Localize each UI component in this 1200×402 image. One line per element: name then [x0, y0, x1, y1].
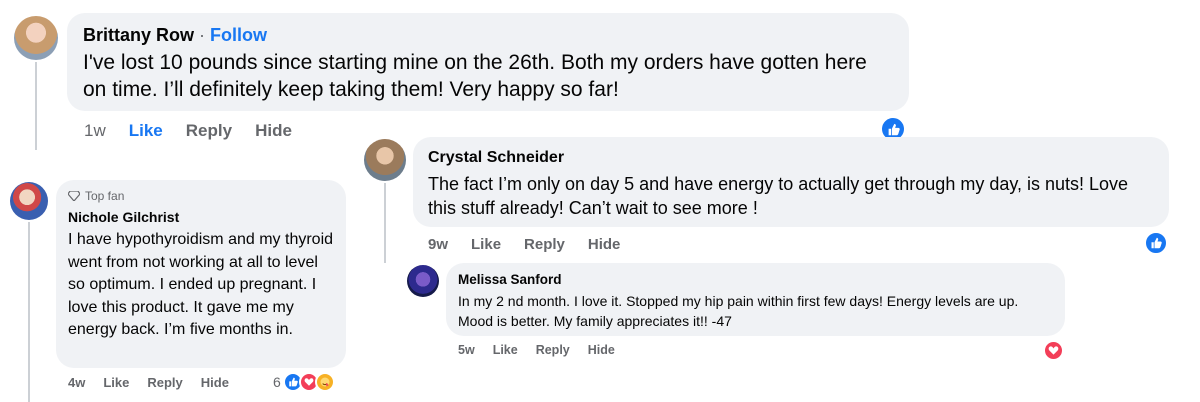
comment-actions: 4w Like Reply Hide — [68, 375, 229, 390]
hide-button[interactable]: Hide — [588, 236, 621, 253]
avatar-brittany[interactable] — [14, 16, 58, 60]
hide-button[interactable]: Hide — [588, 343, 615, 357]
comment-bubble-brittany: Brittany Row · Follow I've lost 10 pound… — [67, 13, 909, 111]
avatar-crystal[interactable] — [364, 139, 406, 181]
hide-button[interactable]: Hide — [255, 121, 292, 141]
avatar-nichole[interactable] — [10, 182, 48, 220]
commenter-name[interactable]: Crystal Schneider — [428, 148, 1154, 168]
love-icon — [1043, 340, 1064, 361]
care-icon — [314, 372, 335, 392]
follow-button[interactable]: Follow — [210, 25, 267, 45]
thread-line — [384, 183, 386, 263]
comment-text: In my 2 nd month. I love it. Stopped my … — [458, 293, 1019, 329]
hide-button[interactable]: Hide — [201, 375, 229, 390]
commenter-name[interactable]: Brittany Row — [83, 25, 194, 45]
like-button[interactable]: Like — [493, 343, 518, 357]
comment-actions: 1w Like Reply Hide — [84, 121, 292, 141]
comment-actions: 5w Like Reply Hide — [458, 343, 615, 357]
reply-button[interactable]: Reply — [186, 121, 232, 141]
comment-bubble-nichole: Top fan Nichole Gilchrist I have hypothy… — [56, 180, 346, 368]
timestamp[interactable]: 1w — [84, 121, 106, 141]
comment-bubble-melissa: Melissa Sanford In my 2 nd month. I love… — [446, 263, 1065, 336]
commenter-name[interactable]: Melissa Sanford — [458, 271, 1053, 288]
comment-text: The fact I’m only on day 5 and have ener… — [428, 174, 1129, 218]
badge-label: Top fan — [85, 189, 125, 203]
reaction-summary[interactable]: 6 — [273, 372, 335, 392]
timestamp[interactable]: 5w — [458, 343, 475, 357]
comment-actions: 9w Like Reply Hide — [428, 236, 620, 253]
reply-button[interactable]: Reply — [536, 343, 570, 357]
like-button[interactable]: Like — [129, 121, 163, 141]
like-button[interactable]: Like — [103, 375, 129, 390]
timestamp[interactable]: 4w — [68, 375, 85, 390]
comment-bubble-crystal: Crystal Schneider The fact I’m only on d… — [413, 137, 1169, 227]
timestamp[interactable]: 9w — [428, 236, 448, 253]
thread-line — [35, 62, 37, 150]
reaction-count: 6 — [273, 374, 281, 390]
diamond-icon — [68, 191, 80, 201]
thread-line — [28, 222, 30, 402]
reply-button[interactable]: Reply — [524, 236, 565, 253]
commenter-name[interactable]: Nichole Gilchrist — [68, 209, 334, 225]
like-icon — [1144, 231, 1168, 255]
like-button[interactable]: Like — [471, 236, 501, 253]
avatar-melissa[interactable] — [407, 265, 439, 297]
comment-text: I have hypothyroidism and my thyroid wen… — [68, 231, 334, 338]
separator: · — [199, 25, 206, 45]
comment-text: I've lost 10 pounds since starting mine … — [83, 51, 867, 101]
top-fan-badge: Top fan — [68, 189, 334, 203]
reply-button[interactable]: Reply — [147, 375, 182, 390]
